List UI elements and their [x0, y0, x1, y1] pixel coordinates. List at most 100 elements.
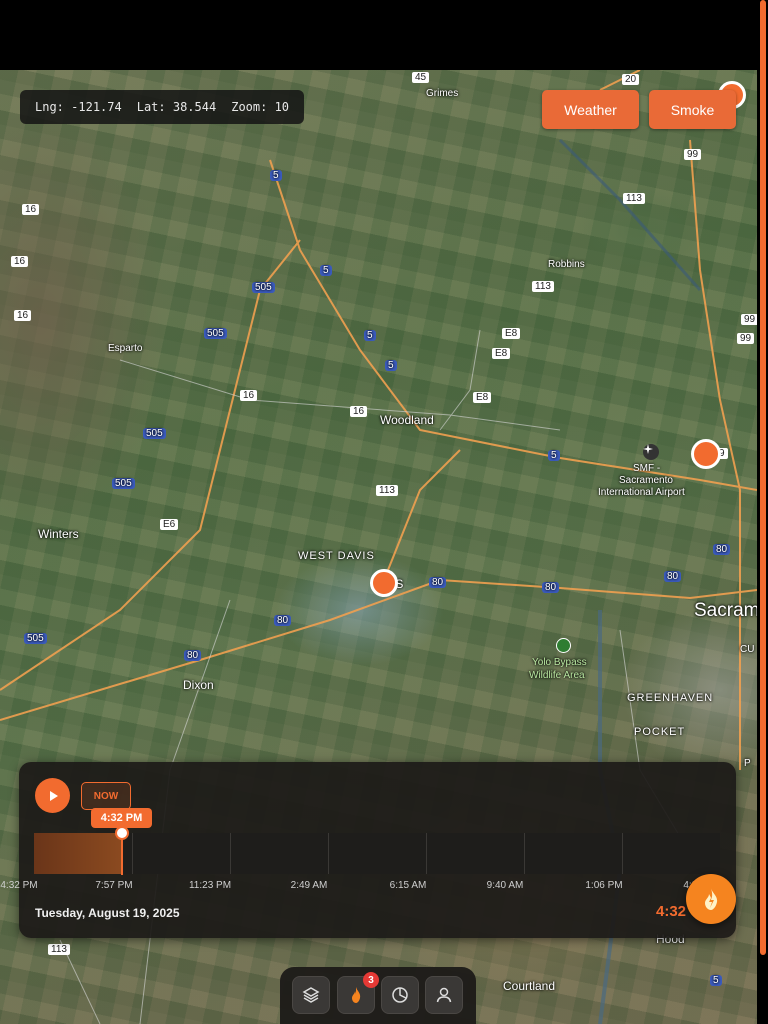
- tick-label: 11:23 PM: [188, 880, 232, 891]
- zoom-value: 10: [274, 100, 290, 114]
- timeline-panel: NOW 4:32 PM 4:32 PM 7:57 PM 11:23 PM 2:4…: [0, 762, 736, 938]
- road-i5: [269, 159, 757, 491]
- track-divider: [230, 833, 231, 874]
- place-sacramento: Sacram: [694, 600, 757, 621]
- shield-e8-b: E8: [492, 348, 511, 359]
- play-icon: [49, 790, 58, 801]
- shield-i5-f: 5: [710, 975, 722, 986]
- track-divider: [328, 833, 329, 874]
- place-robbins: Robbins: [548, 259, 585, 270]
- place-winters: Winters: [38, 527, 79, 541]
- shield-113-b: 113: [532, 281, 554, 292]
- tick-label: 6:15 AM: [389, 880, 427, 891]
- play-button[interactable]: [35, 778, 70, 813]
- shield-i80-d: 80: [542, 582, 560, 593]
- shield-16-a: 16: [22, 204, 40, 215]
- track-divider: [426, 833, 427, 874]
- shield-i5-c: 5: [364, 330, 376, 341]
- scrollbar[interactable]: [760, 0, 766, 955]
- gauge-icon: [392, 987, 408, 1003]
- shield-e8-a: E8: [502, 328, 521, 339]
- park-icon: [556, 638, 571, 653]
- place-yolo-wildlife: Wildlife Area: [529, 670, 585, 681]
- shield-i80-e: 80: [664, 571, 682, 582]
- fire-icon: [352, 987, 361, 1003]
- shield-i5-e: 5: [548, 450, 560, 461]
- shield-16-e: 16: [350, 406, 368, 417]
- place-woodland: Woodland: [380, 413, 434, 427]
- flame-icon: [705, 888, 718, 910]
- place-west-davis: WEST DAVIS: [298, 550, 375, 562]
- place-dixon: Dixon: [183, 678, 214, 692]
- weather-button[interactable]: Weather: [542, 90, 639, 129]
- zoom-label: Zoom:: [231, 100, 268, 114]
- shield-99-b: 99: [741, 314, 757, 325]
- tick-label: 9:40 AM: [486, 880, 524, 891]
- now-button[interactable]: NOW: [81, 782, 131, 810]
- timeline-clock: 4:32: [656, 903, 687, 920]
- road-16: [119, 359, 561, 431]
- map-coordinates: Lng: -121.74 Lat: 38.544 Zoom: 10: [20, 90, 304, 124]
- road-113: [379, 449, 461, 591]
- scroll-rail: [757, 0, 768, 1024]
- tick-label: 2:49 AM: [290, 880, 328, 891]
- place-cu-fragment: CU: [740, 644, 755, 655]
- shield-i80-f: 80: [713, 544, 731, 555]
- shield-99-c: 99: [737, 333, 755, 344]
- lng-label: Lng:: [35, 100, 64, 114]
- shield-e8-c: E8: [473, 392, 492, 403]
- shield-i505-c: 505: [143, 428, 166, 439]
- user-icon: [436, 987, 452, 1003]
- timeline-progress: [34, 833, 122, 874]
- track-divider: [132, 833, 133, 874]
- top-status-area: [0, 0, 768, 70]
- timeline-scrubber[interactable]: [115, 826, 129, 840]
- shield-i5-d: 5: [385, 360, 397, 371]
- shield-e6: E6: [160, 519, 179, 530]
- shield-i80-a: 80: [184, 650, 202, 661]
- shield-16-b: 16: [11, 256, 29, 267]
- fire-marker-airport[interactable]: [691, 439, 721, 469]
- shield-i505-e: 505: [24, 633, 47, 644]
- lng-value: -121.74: [71, 100, 122, 114]
- place-grimes: Grimes: [426, 88, 459, 99]
- airport-icon: [643, 444, 659, 460]
- shield-16-d: 16: [240, 390, 258, 401]
- shield-113-d: 113: [48, 944, 70, 955]
- shield-i80-c: 80: [429, 577, 447, 588]
- fire-marker-davis[interactable]: [370, 569, 398, 597]
- tick-label: 7:57 PM: [95, 880, 133, 891]
- shield-113-c: 113: [376, 485, 398, 496]
- place-esparto: Esparto: [108, 343, 143, 354]
- gauge-button[interactable]: [381, 976, 419, 1014]
- timeline-track[interactable]: [34, 833, 720, 874]
- layers-icon: [302, 987, 320, 1003]
- shield-16-c: 16: [14, 310, 32, 321]
- place-smf-3: International Airport: [598, 487, 685, 498]
- shield-99-a: 99: [684, 149, 702, 160]
- tick-label: 4:32 PM: [0, 880, 38, 891]
- lat-label: Lat:: [136, 100, 166, 114]
- smoke-button[interactable]: Smoke: [649, 90, 736, 129]
- timeline-date: Tuesday, August 19, 2025: [35, 906, 180, 920]
- place-yolo-bypass: Yolo Bypass: [532, 657, 587, 668]
- place-p-fragment: P: [744, 758, 751, 769]
- current-time-bubble: 4:32 PM: [91, 808, 152, 828]
- shield-i505-b: 505: [204, 328, 227, 339]
- layers-button[interactable]: [292, 976, 330, 1014]
- profile-button[interactable]: [425, 976, 463, 1014]
- shield-i505-d: 505: [112, 478, 135, 489]
- shield-113-a: 113: [623, 193, 645, 204]
- shield-45: 45: [412, 72, 430, 83]
- road-i505: [0, 239, 301, 691]
- shield-i505-a: 505: [252, 282, 275, 293]
- place-smf: SMF -: [633, 463, 661, 474]
- track-divider: [524, 833, 525, 874]
- place-smf-2: Sacramento: [619, 475, 673, 486]
- shield-20: 20: [622, 74, 640, 85]
- track-divider: [622, 833, 623, 874]
- fire-action-button[interactable]: [686, 874, 736, 924]
- place-courtland: Courtland: [503, 979, 556, 993]
- place-pocket: POCKET: [634, 726, 686, 738]
- shield-i5-a: 5: [270, 170, 282, 181]
